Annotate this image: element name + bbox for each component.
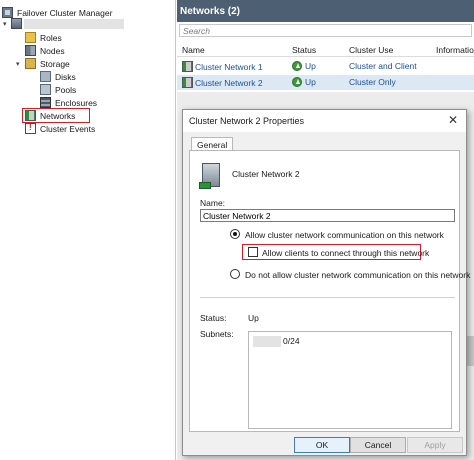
subnets-label: Subnets: <box>200 329 234 339</box>
enclosures-icon <box>40 97 51 108</box>
tree-item-networks[interactable]: Networks <box>25 109 77 122</box>
tree-item-roles[interactable]: Roles <box>25 31 64 44</box>
tab-general[interactable]: General <box>191 137 234 151</box>
properties-dialog: Cluster Network 2 Properties ✕ General C… <box>182 109 470 456</box>
tree-item-pools[interactable]: Pools <box>40 83 78 96</box>
collapse-storage-icon[interactable]: ▾ <box>16 60 20 68</box>
status-cell: Up <box>292 61 316 71</box>
column-header-information[interactable]: Information <box>436 45 474 55</box>
networks-pane-title: Networks (2) <box>177 0 474 22</box>
ok-button[interactable]: OK <box>294 437 350 453</box>
tree-item-cluster[interactable] <box>11 17 124 30</box>
general-tab-panel: Cluster Network 2 Name: Allow cluster ne… <box>189 150 470 432</box>
tree-item-label: Nodes <box>40 45 65 56</box>
tree-root-label: Failover Cluster Manager <box>17 7 113 18</box>
networks-icon <box>25 110 36 121</box>
collapse-cluster-icon[interactable]: ▾ <box>3 20 7 28</box>
network-display-name: Cluster Network 2 <box>232 169 300 179</box>
tree-item-label: Networks <box>40 110 76 121</box>
status-text: Up <box>305 77 316 87</box>
apply-button[interactable]: Apply <box>407 437 463 453</box>
tree-item-cluster-events[interactable]: Cluster Events <box>25 122 97 135</box>
tree-item-label: Cluster Events <box>40 123 96 134</box>
cluster-use-cell: Cluster Only <box>349 77 396 87</box>
nodes-icon <box>25 45 36 56</box>
tree-item-label: Disks <box>55 71 76 82</box>
tree-item-label: Pools <box>55 84 77 95</box>
dialog-title: Cluster Network 2 Properties <box>183 110 466 132</box>
network-name: Cluster Network 1 <box>195 61 263 72</box>
subnets-list[interactable]: 0/24 <box>248 331 452 429</box>
allow-communication-label: Allow cluster network communication on t… <box>245 230 444 240</box>
storage-icon <box>25 58 36 69</box>
disks-icon <box>40 71 51 82</box>
allow-communication-radio[interactable] <box>230 229 240 239</box>
column-header-name[interactable]: Name <box>182 45 205 55</box>
status-cell: Up <box>292 77 316 87</box>
tree-item-nodes[interactable]: Nodes <box>25 44 67 57</box>
disallow-communication-radio[interactable] <box>230 269 240 279</box>
disallow-communication-label: Do not allow cluster network communicati… <box>245 270 471 280</box>
table-row-selected[interactable]: Cluster Network 2 Up Cluster Only <box>177 75 474 90</box>
status-text: Up <box>305 61 316 71</box>
column-header-cluster-use[interactable]: Cluster Use <box>349 45 393 55</box>
name-label: Name: <box>200 198 226 208</box>
column-header-status[interactable]: Status <box>292 45 316 55</box>
tree-item-storage[interactable]: Storage <box>25 57 72 70</box>
network-name-cell: Cluster Network 2 <box>182 77 263 88</box>
divider <box>200 297 455 298</box>
status-up-icon <box>292 77 302 87</box>
table-header: Name Status Cluster Use Information <box>177 43 474 57</box>
roles-icon <box>25 32 36 43</box>
cancel-button[interactable]: Cancel <box>350 437 406 453</box>
tree-item-label: Roles <box>40 32 62 43</box>
network-name-cell: Cluster Network 1 <box>182 61 263 72</box>
network-name: Cluster Network 2 <box>195 77 263 88</box>
cluster-icon <box>11 18 22 29</box>
status-label: Status: <box>200 313 227 323</box>
allow-clients-checkbox[interactable] <box>248 247 258 257</box>
cluster-events-icon <box>25 123 36 134</box>
cluster-name-redacted <box>24 18 124 29</box>
cluster-use-cell: Cluster and Client <box>349 61 417 71</box>
search-input[interactable]: Search <box>179 24 472 37</box>
navigation-tree: Failover Cluster Manager ▾ Roles Nodes ▾… <box>0 0 176 460</box>
cluster-network-icon <box>199 163 220 189</box>
tree-item-disks[interactable]: Disks <box>40 70 78 83</box>
close-icon[interactable]: ✕ <box>445 112 461 128</box>
network-icon <box>182 61 193 72</box>
status-value: Up <box>248 313 259 323</box>
table-row[interactable]: Cluster Network 1 Up Cluster and Client <box>177 59 474 74</box>
name-field[interactable] <box>200 209 455 222</box>
subnet-value: 0/24 <box>283 336 300 346</box>
allow-clients-label: Allow clients to connect through this ne… <box>262 248 430 258</box>
pools-icon <box>40 84 51 95</box>
network-icon <box>182 77 193 88</box>
tree-item-label: Enclosures <box>55 97 98 108</box>
subnet-prefix-redacted <box>253 336 281 347</box>
tree-item-label: Storage <box>40 58 70 69</box>
status-up-icon <box>292 61 302 71</box>
